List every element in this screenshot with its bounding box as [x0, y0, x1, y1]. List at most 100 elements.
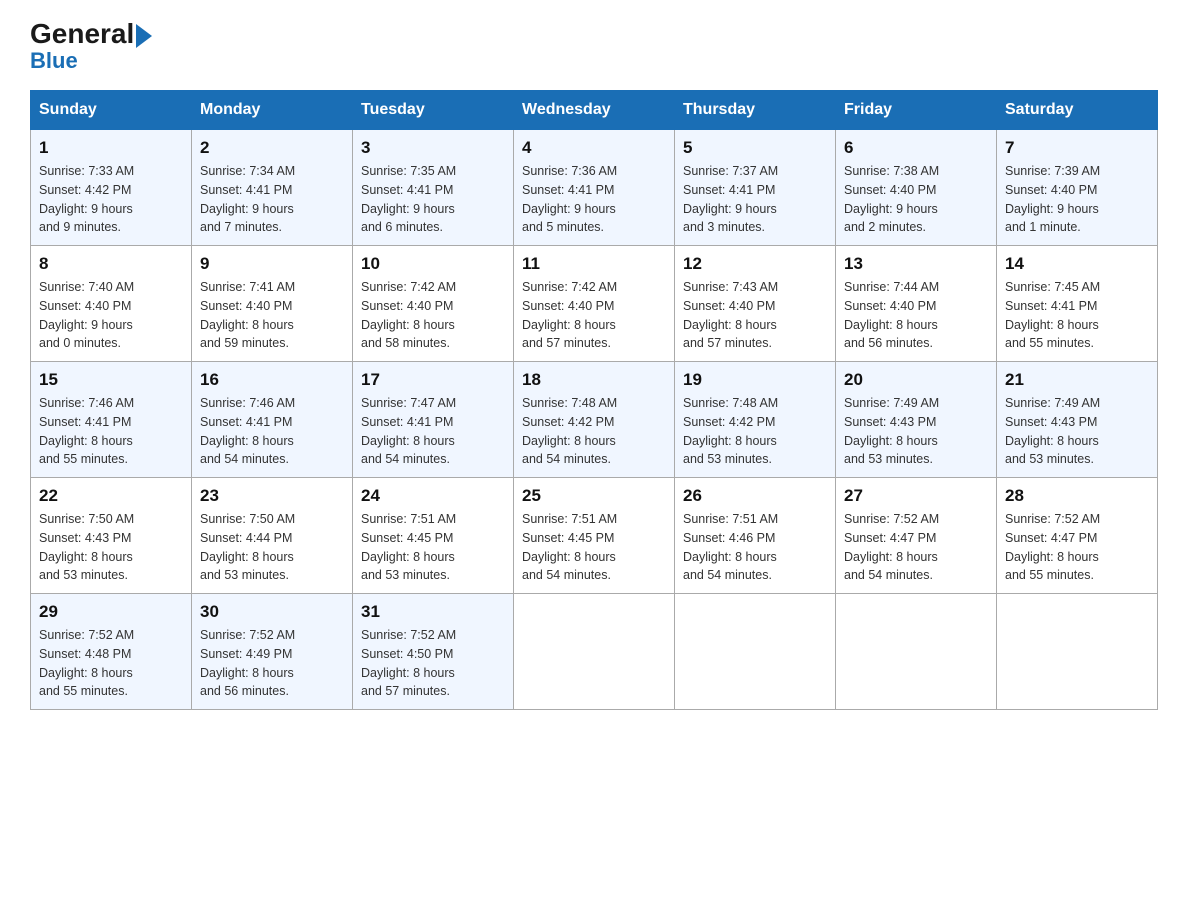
column-header-thursday: Thursday — [675, 91, 836, 130]
day-number: 27 — [844, 486, 988, 506]
day-info: Sunrise: 7:38 AMSunset: 4:40 PMDaylight:… — [844, 162, 988, 237]
day-number: 3 — [361, 138, 505, 158]
day-info: Sunrise: 7:40 AMSunset: 4:40 PMDaylight:… — [39, 278, 183, 353]
day-number: 11 — [522, 254, 666, 274]
day-info: Sunrise: 7:46 AMSunset: 4:41 PMDaylight:… — [39, 394, 183, 469]
day-number: 7 — [1005, 138, 1149, 158]
calendar-cell: 15 Sunrise: 7:46 AMSunset: 4:41 PMDayligh… — [31, 362, 192, 478]
column-header-tuesday: Tuesday — [353, 91, 514, 130]
day-number: 16 — [200, 370, 344, 390]
calendar-cell — [997, 594, 1158, 710]
logo-general: General — [30, 20, 152, 48]
day-info: Sunrise: 7:50 AMSunset: 4:44 PMDaylight:… — [200, 510, 344, 585]
calendar-body: 1 Sunrise: 7:33 AMSunset: 4:42 PMDaylight… — [31, 130, 1158, 710]
day-number: 20 — [844, 370, 988, 390]
calendar-cell: 10 Sunrise: 7:42 AMSunset: 4:40 PMDayligh… — [353, 246, 514, 362]
day-info: Sunrise: 7:52 AMSunset: 4:47 PMDaylight:… — [1005, 510, 1149, 585]
day-info: Sunrise: 7:44 AMSunset: 4:40 PMDaylight:… — [844, 278, 988, 353]
calendar-week-row: 8Sunrise: 7:40 AMSunset: 4:40 PMDaylight… — [31, 246, 1158, 362]
day-info: Sunrise: 7:45 AMSunset: 4:41 PMDaylight:… — [1005, 278, 1149, 353]
column-header-friday: Friday — [836, 91, 997, 130]
day-number: 21 — [1005, 370, 1149, 390]
calendar-cell: 4 Sunrise: 7:36 AMSunset: 4:41 PMDaylight… — [514, 130, 675, 246]
column-header-sunday: Sunday — [31, 91, 192, 130]
day-number: 15 — [39, 370, 183, 390]
day-info: Sunrise: 7:35 AMSunset: 4:41 PMDaylight:… — [361, 162, 505, 237]
calendar-week-row: 22 Sunrise: 7:50 AMSunset: 4:43 PMDayligh… — [31, 478, 1158, 594]
day-number: 12 — [683, 254, 827, 274]
day-info: Sunrise: 7:41 AMSunset: 4:40 PMDaylight:… — [200, 278, 344, 353]
day-number: 24 — [361, 486, 505, 506]
day-info: Sunrise: 7:33 AMSunset: 4:42 PMDaylight:… — [39, 162, 183, 237]
calendar-week-row: 1 Sunrise: 7:33 AMSunset: 4:42 PMDaylight… — [31, 130, 1158, 246]
day-number: 28 — [1005, 486, 1149, 506]
calendar-cell: 1 Sunrise: 7:33 AMSunset: 4:42 PMDaylight… — [31, 130, 192, 246]
calendar-cell — [514, 594, 675, 710]
day-number: 6 — [844, 138, 988, 158]
calendar-cell: 11 Sunrise: 7:42 AMSunset: 4:40 PMDayligh… — [514, 246, 675, 362]
day-info: Sunrise: 7:36 AMSunset: 4:41 PMDaylight:… — [522, 162, 666, 237]
day-info: Sunrise: 7:49 AMSunset: 4:43 PMDaylight:… — [844, 394, 988, 469]
day-number: 1 — [39, 138, 183, 158]
day-info: Sunrise: 7:51 AMSunset: 4:45 PMDaylight:… — [522, 510, 666, 585]
calendar-cell: 22 Sunrise: 7:50 AMSunset: 4:43 PMDayligh… — [31, 478, 192, 594]
day-number: 4 — [522, 138, 666, 158]
calendar-cell: 13 Sunrise: 7:44 AMSunset: 4:40 PMDayligh… — [836, 246, 997, 362]
day-number: 10 — [361, 254, 505, 274]
day-info: Sunrise: 7:46 AMSunset: 4:41 PMDaylight:… — [200, 394, 344, 469]
calendar-cell: 7Sunrise: 7:39 AMSunset: 4:40 PMDaylight… — [997, 130, 1158, 246]
day-number: 17 — [361, 370, 505, 390]
day-info: Sunrise: 7:51 AMSunset: 4:46 PMDaylight:… — [683, 510, 827, 585]
day-info: Sunrise: 7:42 AMSunset: 4:40 PMDaylight:… — [361, 278, 505, 353]
page-header: General Blue — [30, 20, 1158, 72]
calendar-cell: 6 Sunrise: 7:38 AMSunset: 4:40 PMDaylight… — [836, 130, 997, 246]
calendar-cell: 8Sunrise: 7:40 AMSunset: 4:40 PMDaylight… — [31, 246, 192, 362]
column-header-saturday: Saturday — [997, 91, 1158, 130]
day-info: Sunrise: 7:48 AMSunset: 4:42 PMDaylight:… — [683, 394, 827, 469]
calendar-cell: 21 Sunrise: 7:49 AMSunset: 4:43 PMDayligh… — [997, 362, 1158, 478]
day-number: 9 — [200, 254, 344, 274]
day-info: Sunrise: 7:34 AMSunset: 4:41 PMDaylight:… — [200, 162, 344, 237]
day-number: 13 — [844, 254, 988, 274]
day-number: 2 — [200, 138, 344, 158]
day-info: Sunrise: 7:52 AMSunset: 4:48 PMDaylight:… — [39, 626, 183, 701]
day-info: Sunrise: 7:48 AMSunset: 4:42 PMDaylight:… — [522, 394, 666, 469]
calendar-cell: 24Sunrise: 7:51 AMSunset: 4:45 PMDayligh… — [353, 478, 514, 594]
day-number: 22 — [39, 486, 183, 506]
day-number: 23 — [200, 486, 344, 506]
calendar-header-row: SundayMondayTuesdayWednesdayThursdayFrid… — [31, 91, 1158, 130]
calendar-week-row: 15 Sunrise: 7:46 AMSunset: 4:41 PMDayligh… — [31, 362, 1158, 478]
calendar-cell: 27 Sunrise: 7:52 AMSunset: 4:47 PMDayligh… — [836, 478, 997, 594]
calendar-cell — [675, 594, 836, 710]
day-info: Sunrise: 7:37 AMSunset: 4:41 PMDaylight:… — [683, 162, 827, 237]
calendar-cell — [836, 594, 997, 710]
day-info: Sunrise: 7:52 AMSunset: 4:49 PMDaylight:… — [200, 626, 344, 701]
day-number: 29 — [39, 602, 183, 622]
day-number: 14 — [1005, 254, 1149, 274]
calendar-cell: 26 Sunrise: 7:51 AMSunset: 4:46 PMDayligh… — [675, 478, 836, 594]
calendar-cell: 29 Sunrise: 7:52 AMSunset: 4:48 PMDayligh… — [31, 594, 192, 710]
day-info: Sunrise: 7:50 AMSunset: 4:43 PMDaylight:… — [39, 510, 183, 585]
logo-blue-text: Blue — [30, 50, 78, 72]
calendar-cell: 14 Sunrise: 7:45 AMSunset: 4:41 PMDayligh… — [997, 246, 1158, 362]
day-info: Sunrise: 7:52 AMSunset: 4:47 PMDaylight:… — [844, 510, 988, 585]
day-number: 5 — [683, 138, 827, 158]
calendar-cell: 17Sunrise: 7:47 AMSunset: 4:41 PMDayligh… — [353, 362, 514, 478]
calendar-cell: 5 Sunrise: 7:37 AMSunset: 4:41 PMDaylight… — [675, 130, 836, 246]
day-info: Sunrise: 7:49 AMSunset: 4:43 PMDaylight:… — [1005, 394, 1149, 469]
calendar-table: SundayMondayTuesdayWednesdayThursdayFrid… — [30, 90, 1158, 710]
day-info: Sunrise: 7:42 AMSunset: 4:40 PMDaylight:… — [522, 278, 666, 353]
day-info: Sunrise: 7:52 AMSunset: 4:50 PMDaylight:… — [361, 626, 505, 701]
calendar-cell: 9 Sunrise: 7:41 AMSunset: 4:40 PMDaylight… — [192, 246, 353, 362]
logo: General Blue — [30, 20, 152, 72]
calendar-cell: 23 Sunrise: 7:50 AMSunset: 4:44 PMDayligh… — [192, 478, 353, 594]
calendar-cell: 3 Sunrise: 7:35 AMSunset: 4:41 PMDaylight… — [353, 130, 514, 246]
calendar-cell: 18 Sunrise: 7:48 AMSunset: 4:42 PMDayligh… — [514, 362, 675, 478]
calendar-cell: 19Sunrise: 7:48 AMSunset: 4:42 PMDayligh… — [675, 362, 836, 478]
day-number: 18 — [522, 370, 666, 390]
calendar-cell: 16 Sunrise: 7:46 AMSunset: 4:41 PMDayligh… — [192, 362, 353, 478]
column-header-monday: Monday — [192, 91, 353, 130]
calendar-cell: 12Sunrise: 7:43 AMSunset: 4:40 PMDayligh… — [675, 246, 836, 362]
day-number: 25 — [522, 486, 666, 506]
day-number: 26 — [683, 486, 827, 506]
